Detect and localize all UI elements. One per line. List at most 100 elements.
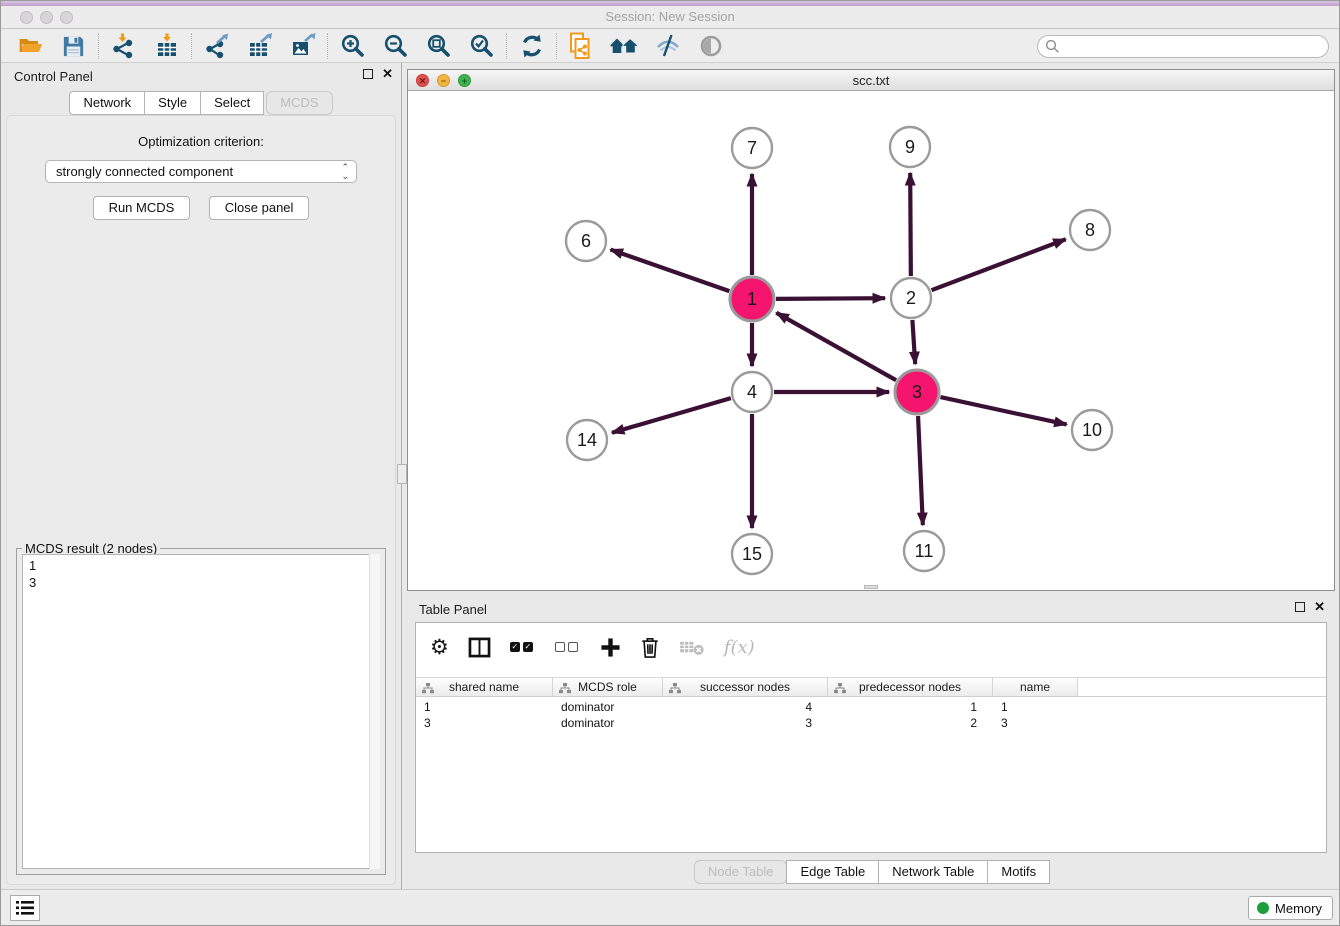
zoom-fit-button[interactable] xyxy=(417,31,460,61)
network-view-window: ✕ − + scc.txt 7968124314101511 xyxy=(407,69,1335,591)
show-columns-button[interactable] xyxy=(468,637,491,658)
zoom-in-button[interactable] xyxy=(331,31,374,61)
delete-table-button[interactable] xyxy=(679,638,705,657)
column-header-shared-name[interactable]: shared name xyxy=(416,678,553,696)
delete-column-button[interactable] xyxy=(640,636,660,659)
tab-edge-table[interactable]: Edge Table xyxy=(786,860,879,884)
tab-style[interactable]: Style xyxy=(144,91,201,115)
plus-icon xyxy=(600,637,621,658)
table-settings-button[interactable]: ⚙ xyxy=(430,635,449,660)
select-all-columns-button[interactable]: ✓✓ xyxy=(510,642,536,652)
close-panel-button[interactable]: Close panel xyxy=(209,196,310,220)
graph-edge-3-10[interactable] xyxy=(940,397,1066,424)
search-input[interactable] xyxy=(1037,35,1329,58)
hierarchy-icon xyxy=(422,683,434,694)
mcds-result-text[interactable]: 1 3 xyxy=(22,554,380,869)
table-row[interactable]: 1dominator411 xyxy=(416,699,1326,715)
refresh-view-button[interactable] xyxy=(510,31,553,61)
hierarchy-icon xyxy=(834,683,846,694)
create-network-from-file-button[interactable] xyxy=(560,31,603,61)
optimization-criterion-select[interactable]: strongly connected component ⌃⌄ xyxy=(45,160,357,183)
table-cell: 2 xyxy=(828,715,993,731)
graph-node-label: 6 xyxy=(581,231,591,251)
open-session-button[interactable] xyxy=(9,31,52,61)
network-canvas[interactable]: 7968124314101511 xyxy=(408,92,1334,590)
task-history-button[interactable] xyxy=(10,895,40,921)
control-panel-header: Control Panel ✕ xyxy=(1,63,401,89)
select-stepper-icon: ⌃⌄ xyxy=(341,163,349,181)
column-header-MCDS-role[interactable]: MCDS role xyxy=(553,678,663,696)
graph-node-label: 11 xyxy=(915,541,934,561)
column-header-predecessor-nodes[interactable]: predecessor nodes xyxy=(828,678,993,696)
graph-node-label: 8 xyxy=(1085,220,1095,240)
table-panel: Table Panel ✕ ⚙ ✓✓ xyxy=(407,596,1335,891)
export-table-button[interactable] xyxy=(238,31,281,61)
run-mcds-button[interactable]: Run MCDS xyxy=(93,196,191,220)
graph-edge-1-2[interactable] xyxy=(776,298,885,299)
zoom-fit-icon xyxy=(426,33,452,59)
fx-icon: f(x) xyxy=(724,637,755,658)
export-network-button[interactable] xyxy=(195,31,238,61)
table-panel-title: Table Panel xyxy=(419,602,487,617)
zoom-out-button[interactable] xyxy=(374,31,417,61)
memory-button[interactable]: Memory xyxy=(1248,896,1333,920)
graph-node-label: 2 xyxy=(906,288,916,308)
eye-slash-icon xyxy=(655,33,681,59)
home-view-button[interactable] xyxy=(603,31,646,61)
panel-splitter-handle[interactable] xyxy=(397,464,407,484)
graph-node-label: 4 xyxy=(747,382,757,402)
table-cell: dominator xyxy=(553,715,663,731)
main-toolbar xyxy=(1,30,1339,63)
network-window-titlebar: ✕ − + scc.txt xyxy=(408,70,1334,91)
unselect-all-columns-button[interactable] xyxy=(555,642,581,652)
column-header-name[interactable]: name xyxy=(993,678,1078,696)
tab-network-table[interactable]: Network Table xyxy=(878,860,988,884)
function-builder-button[interactable]: f(x) xyxy=(724,637,755,658)
memory-status-icon xyxy=(1257,902,1269,914)
show-all-button[interactable] xyxy=(689,31,732,61)
export-network-icon xyxy=(204,33,230,59)
column-header-successor-nodes[interactable]: successor nodes xyxy=(663,678,828,696)
tab-node-table[interactable]: Node Table xyxy=(694,860,788,884)
tab-mcds[interactable]: MCDS xyxy=(266,91,332,115)
toolbar-separator xyxy=(556,33,557,59)
zoom-selected-button[interactable] xyxy=(460,31,503,61)
close-table-panel-icon[interactable]: ✕ xyxy=(1314,602,1325,612)
mcds-result-scrollbar[interactable] xyxy=(369,554,380,869)
graph-edge-2-3[interactable] xyxy=(912,320,915,364)
export-table-icon xyxy=(247,33,273,59)
optimization-criterion-value: strongly connected component xyxy=(56,164,233,179)
save-session-button[interactable] xyxy=(52,31,95,61)
toolbar-separator xyxy=(506,33,507,59)
graph-edge-4-14[interactable] xyxy=(612,398,731,433)
graph-edge-3-1[interactable] xyxy=(776,313,896,380)
network-resize-handle[interactable] xyxy=(864,585,878,589)
import-network-button[interactable] xyxy=(102,31,145,61)
graph-node-label: 3 xyxy=(912,382,922,402)
float-panel-icon[interactable] xyxy=(363,69,373,79)
import-table-button[interactable] xyxy=(145,31,188,61)
graph-edge-1-6[interactable] xyxy=(611,250,730,292)
toolbar-separator xyxy=(98,33,99,59)
create-column-button[interactable] xyxy=(600,637,621,658)
export-image-button[interactable] xyxy=(281,31,324,61)
network-window-title: scc.txt xyxy=(408,73,1334,88)
graph-edge-3-11[interactable] xyxy=(918,416,923,525)
float-table-panel-icon[interactable] xyxy=(1295,602,1305,612)
mcds-result-group: MCDS result (2 nodes) 1 3 xyxy=(16,548,386,875)
tab-motifs[interactable]: Motifs xyxy=(987,860,1050,884)
status-bar: Memory xyxy=(1,889,1339,925)
graph-edge-2-9[interactable] xyxy=(910,173,911,276)
checked-box-icon: ✓ xyxy=(510,642,520,652)
network-graph: 7968124314101511 xyxy=(408,92,1334,591)
tab-network[interactable]: Network xyxy=(69,91,145,115)
graph-node-label: 10 xyxy=(1082,420,1102,440)
tab-select[interactable]: Select xyxy=(200,91,264,115)
eye-icon xyxy=(698,33,724,59)
titlebar: Session: New Session xyxy=(1,6,1339,29)
graph-edge-2-8[interactable] xyxy=(932,239,1066,290)
close-panel-icon[interactable]: ✕ xyxy=(382,69,393,79)
hide-selected-button[interactable] xyxy=(646,31,689,61)
table-row[interactable]: 3dominator323 xyxy=(416,715,1326,731)
table-cell: 3 xyxy=(416,715,553,731)
